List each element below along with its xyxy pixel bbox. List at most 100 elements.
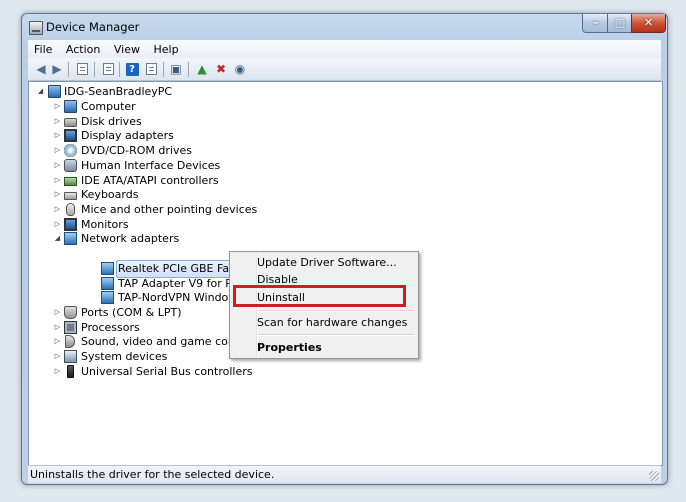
device-manager-app-icon bbox=[29, 21, 43, 35]
toolbar-separator bbox=[163, 62, 164, 77]
disk-drive-icon bbox=[64, 118, 77, 127]
forward-icon[interactable]: ▶ bbox=[49, 61, 65, 77]
window-title: Device Manager bbox=[46, 20, 140, 34]
close-icon: ✕ bbox=[643, 16, 654, 29]
expand-arrow-icon[interactable]: ▷ bbox=[53, 128, 62, 143]
tree-item-label: Processors bbox=[81, 321, 140, 334]
expand-arrow-icon[interactable]: ▷ bbox=[53, 202, 62, 217]
tree-item-hid[interactable]: ▷ Human Interface Devices bbox=[29, 158, 329, 173]
device-manager-window: Device Manager – □ ✕ File Action View He… bbox=[21, 13, 668, 485]
properties-icon[interactable] bbox=[74, 61, 90, 77]
tree-item-mice[interactable]: ▷ Mice and other pointing devices bbox=[29, 202, 329, 217]
title-bar[interactable]: Device Manager – □ ✕ bbox=[22, 14, 667, 40]
dvd-drive-icon bbox=[64, 144, 77, 157]
expand-arrow-icon[interactable]: ▷ bbox=[53, 99, 62, 114]
menu-action[interactable]: Action bbox=[60, 40, 104, 57]
expand-arrow-icon[interactable]: ▷ bbox=[53, 158, 62, 173]
processor-icon bbox=[64, 321, 77, 334]
network-adapter-icon bbox=[101, 262, 114, 275]
tree-item-label: Universal Serial Bus controllers bbox=[81, 365, 253, 378]
resize-grip-icon[interactable] bbox=[649, 471, 659, 481]
tree-item-label: Human Interface Devices bbox=[81, 159, 221, 172]
display-adapter-icon bbox=[64, 129, 77, 142]
context-separator bbox=[258, 334, 414, 336]
tree-root-label: IDG-SeanBradleyPC bbox=[64, 85, 173, 98]
network-adapter-icon bbox=[64, 232, 77, 245]
toolbar-separator bbox=[188, 62, 189, 77]
tree-item-label: Mice and other pointing devices bbox=[81, 203, 258, 216]
tree-item-ide-controllers[interactable]: ▷ IDE ATA/ATAPI controllers bbox=[29, 173, 329, 188]
tree-item-keyboards[interactable]: ▷ Keyboards bbox=[29, 187, 329, 202]
uninstall-icon[interactable]: ✖ bbox=[213, 61, 229, 77]
hid-icon bbox=[64, 159, 77, 172]
tree-item-label: Network adapters bbox=[81, 232, 180, 245]
tree-root[interactable]: ◢ IDG-SeanBradleyPC bbox=[29, 84, 329, 99]
expand-arrow-icon[interactable]: ▷ bbox=[53, 320, 62, 335]
toolbar-separator bbox=[68, 62, 69, 77]
status-text: Uninstalls the driver for the selected d… bbox=[30, 468, 275, 481]
collapse-arrow-icon[interactable]: ◢ bbox=[53, 231, 62, 246]
system-device-icon bbox=[64, 350, 77, 363]
tree-item-monitors[interactable]: ▷ Monitors bbox=[29, 217, 329, 232]
computer-icon bbox=[64, 100, 77, 113]
expand-arrow-icon[interactable]: ▷ bbox=[53, 349, 62, 364]
expand-arrow-icon[interactable]: ▷ bbox=[53, 305, 62, 320]
expand-arrow-icon[interactable]: ▷ bbox=[53, 334, 62, 349]
tree-item-disk-drives[interactable]: ▷ Disk drives bbox=[29, 114, 329, 129]
tree-item-label: IDE ATA/ATAPI controllers bbox=[81, 174, 219, 187]
tree-item-dvd-drives[interactable]: ▷ DVD/CD-ROM drives bbox=[29, 143, 329, 158]
ide-controller-icon bbox=[64, 177, 77, 186]
context-update-driver[interactable]: Update Driver Software... bbox=[257, 256, 397, 270]
enable-icon[interactable]: ◉ bbox=[232, 61, 248, 77]
toolbar-separator bbox=[94, 62, 95, 77]
expand-arrow-icon[interactable]: ▷ bbox=[53, 173, 62, 188]
expand-arrow-icon[interactable]: ▷ bbox=[53, 187, 62, 202]
network-adapter-icon bbox=[101, 291, 114, 304]
close-button[interactable]: ✕ bbox=[631, 14, 666, 33]
speaker-icon bbox=[65, 335, 75, 348]
expand-arrow-icon[interactable]: ▷ bbox=[53, 217, 62, 232]
keyboard-icon bbox=[64, 192, 77, 200]
context-scan-hardware[interactable]: Scan for hardware changes bbox=[257, 316, 407, 330]
minimize-button[interactable]: – bbox=[582, 14, 609, 33]
view-icon[interactable] bbox=[143, 61, 159, 77]
tree-item-label: System devices bbox=[81, 350, 168, 363]
tree-item-display-adapters[interactable]: ▷ Display adapters bbox=[29, 128, 329, 143]
expand-arrow-icon[interactable]: ▷ bbox=[53, 364, 62, 379]
back-icon[interactable]: ◀ bbox=[33, 61, 49, 77]
list-icon[interactable] bbox=[100, 61, 116, 77]
menu-view[interactable]: View bbox=[108, 40, 144, 57]
expand-arrow-icon[interactable]: ▷ bbox=[53, 143, 62, 158]
usb-icon bbox=[67, 365, 74, 378]
toolbar: ◀ ▶ ? ▣ ▲ ✖ ◉ bbox=[28, 58, 661, 81]
help-icon[interactable]: ? bbox=[124, 61, 140, 77]
tree-item-computer[interactable]: ▷ Computer bbox=[29, 99, 329, 114]
status-bar: Uninstalls the driver for the selected d… bbox=[28, 465, 661, 483]
network-adapter-icon bbox=[101, 277, 114, 290]
tree-item-label: DVD/CD-ROM drives bbox=[81, 144, 192, 157]
context-properties[interactable]: Properties bbox=[257, 341, 322, 355]
tree-item-network-adapters[interactable]: ◢ Network adapters bbox=[29, 231, 329, 246]
collapse-arrow-icon[interactable]: ◢ bbox=[36, 84, 45, 99]
tree-item-label: Computer bbox=[81, 100, 136, 113]
monitor-icon bbox=[64, 218, 77, 231]
tree-item-label: Keyboards bbox=[81, 188, 139, 201]
uninstall-highlight-box bbox=[233, 285, 406, 307]
context-separator bbox=[258, 310, 414, 312]
tree-item-label: Disk drives bbox=[81, 115, 142, 128]
menu-help[interactable]: Help bbox=[147, 40, 182, 57]
toolbar-separator bbox=[119, 62, 120, 77]
port-icon bbox=[64, 306, 77, 319]
maximize-button[interactable]: □ bbox=[607, 14, 633, 33]
tree-item-label: Monitors bbox=[81, 218, 129, 231]
tree-item-label: Ports (COM & LPT) bbox=[81, 306, 182, 319]
expand-arrow-icon[interactable]: ▷ bbox=[53, 114, 62, 129]
scan-icon[interactable]: ▣ bbox=[168, 61, 184, 77]
tree-item-usb-controllers[interactable]: ▷ Universal Serial Bus controllers bbox=[29, 364, 329, 379]
menu-bar: File Action View Help bbox=[28, 40, 661, 58]
menu-file[interactable]: File bbox=[28, 40, 56, 57]
computer-icon bbox=[48, 85, 61, 98]
tree-item-label: Display adapters bbox=[81, 129, 174, 142]
maximize-icon: □ bbox=[614, 16, 626, 29]
update-driver-icon[interactable]: ▲ bbox=[194, 61, 210, 77]
